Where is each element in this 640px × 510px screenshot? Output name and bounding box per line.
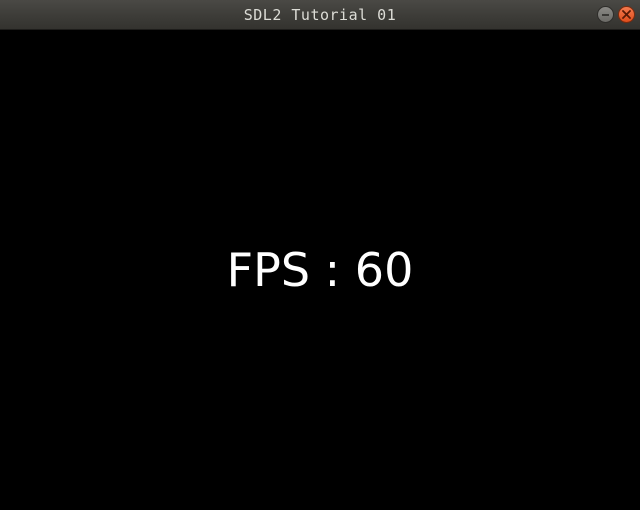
render-canvas[interactable]: FPS : 60 [0,30,640,510]
fps-counter: FPS : 60 [226,243,414,297]
close-icon [622,10,631,19]
close-button[interactable] [618,6,635,23]
title-bar[interactable]: SDL2 Tutorial 01 [0,0,640,30]
minimize-icon [602,14,609,16]
app-window: SDL2 Tutorial 01 FPS : 60 [0,0,640,510]
window-title: SDL2 Tutorial 01 [243,6,397,24]
minimize-button[interactable] [597,6,614,23]
